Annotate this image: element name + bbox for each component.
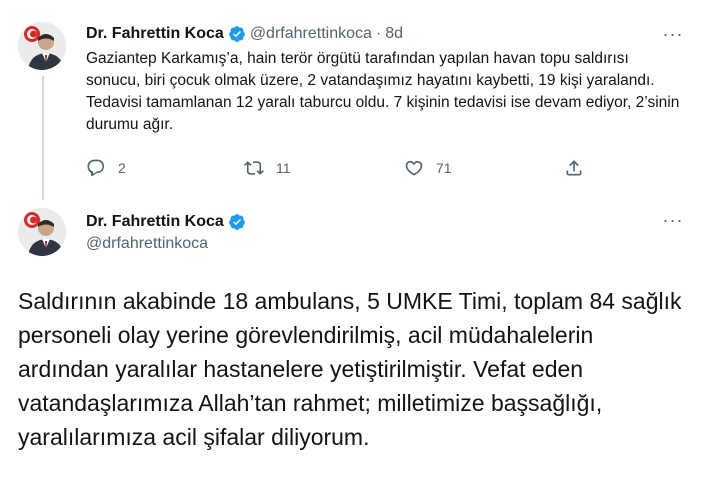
avatar[interactable] — [18, 22, 66, 70]
verified-badge-icon — [228, 213, 246, 231]
display-name[interactable]: Dr. Fahrettin Koca — [86, 213, 224, 231]
share-icon — [566, 160, 582, 176]
timestamp[interactable]: 8d — [385, 25, 403, 43]
heart-icon — [405, 160, 423, 176]
more-icon[interactable]: ··· — [661, 24, 685, 44]
tweet-actions: 2 11 71 — [86, 158, 596, 182]
separator-dot: · — [375, 25, 382, 42]
thread-connector-line — [42, 76, 44, 200]
reply-icon — [87, 159, 105, 177]
more-icon[interactable]: ··· — [661, 210, 685, 230]
retweet-count: 11 — [276, 160, 291, 176]
handle[interactable]: @drfahrettinkoca — [250, 25, 372, 43]
verified-badge-icon — [228, 25, 246, 43]
avatar[interactable] — [18, 208, 66, 256]
like-button[interactable]: 71 — [404, 158, 452, 178]
display-name[interactable]: Dr. Fahrettin Koca — [86, 25, 224, 43]
reply-count: 2 — [118, 160, 126, 176]
reply-button[interactable]: 2 — [86, 158, 126, 178]
retweet-icon — [244, 161, 264, 175]
tweet-header: Dr. Fahrettin Koca @drfahrettinkoca — [86, 211, 250, 253]
share-button[interactable] — [564, 158, 596, 178]
tweet-text: Gaziantep Karkamış’a, hain terör örgütü … — [86, 50, 680, 133]
handle[interactable]: @drfahrettinkoca — [86, 235, 250, 253]
retweet-button[interactable]: 11 — [244, 158, 291, 178]
tweet-text: Saldırının akabinde 18 ambulans, 5 UMKE … — [18, 288, 682, 450]
like-count: 71 — [436, 160, 452, 176]
tweet-header: Dr. Fahrettin Koca @drfahrettinkoca · 8d — [86, 22, 403, 46]
